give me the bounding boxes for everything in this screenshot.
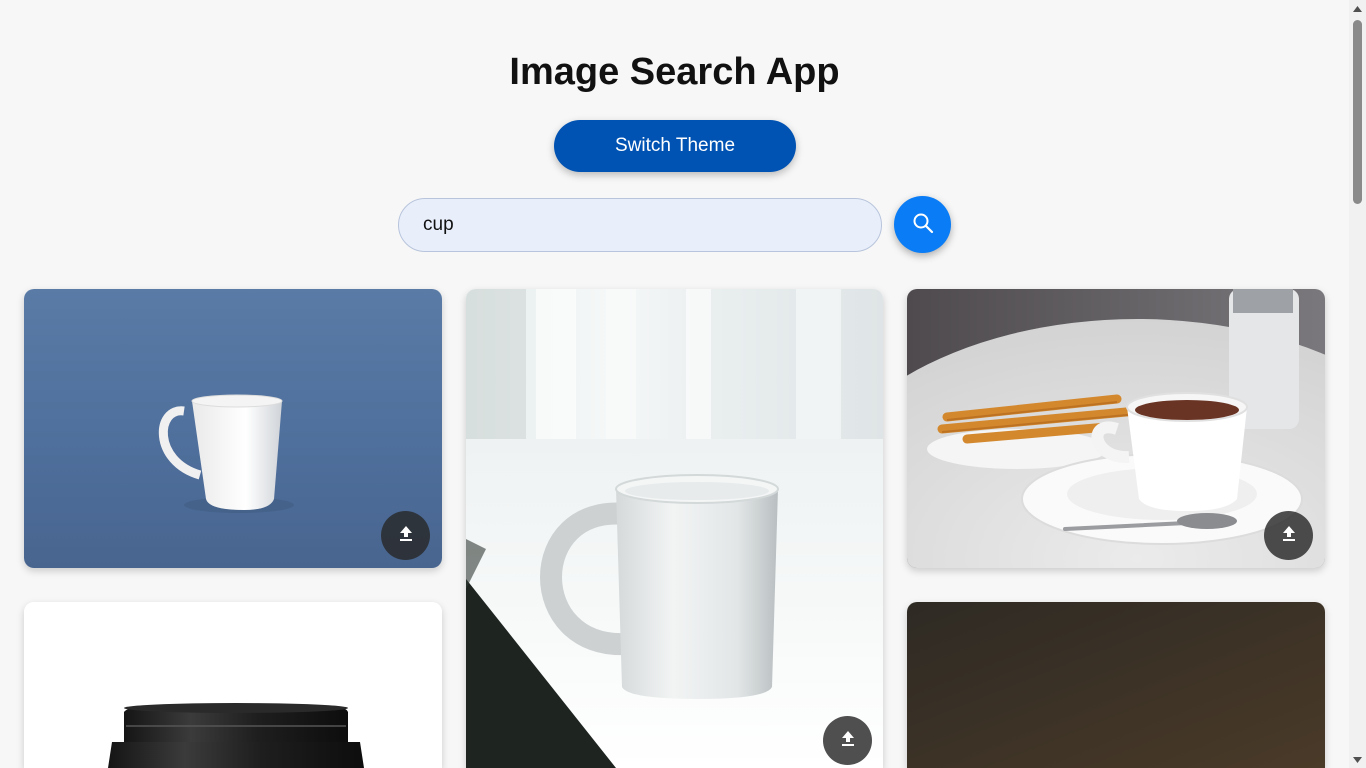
result-card[interactable]	[907, 289, 1325, 568]
search-input[interactable]	[398, 198, 882, 252]
download-button[interactable]	[1264, 511, 1313, 560]
result-card[interactable]	[24, 289, 442, 568]
result-card[interactable]	[466, 289, 883, 768]
download-icon	[397, 524, 415, 547]
scroll-up-arrow[interactable]	[1349, 0, 1366, 17]
download-button[interactable]	[823, 716, 872, 765]
search-button[interactable]	[894, 196, 951, 253]
result-image	[907, 289, 1325, 568]
download-icon	[839, 729, 857, 752]
page-title: Image Search App	[509, 51, 840, 93]
result-card[interactable]	[907, 602, 1325, 768]
result-image	[907, 602, 1325, 768]
search-icon	[912, 212, 934, 237]
scroll-down-arrow[interactable]	[1349, 751, 1366, 768]
result-card[interactable]	[24, 602, 442, 768]
result-image	[24, 289, 442, 568]
scroll-thumb[interactable]	[1353, 20, 1362, 204]
app-viewport: Image Search App Switch Theme	[0, 0, 1349, 768]
result-image	[24, 602, 442, 768]
switch-theme-button[interactable]: Switch Theme	[554, 120, 796, 172]
result-image	[466, 289, 883, 768]
vertical-scrollbar[interactable]	[1349, 0, 1366, 768]
download-icon	[1280, 524, 1298, 547]
download-button[interactable]	[381, 511, 430, 560]
